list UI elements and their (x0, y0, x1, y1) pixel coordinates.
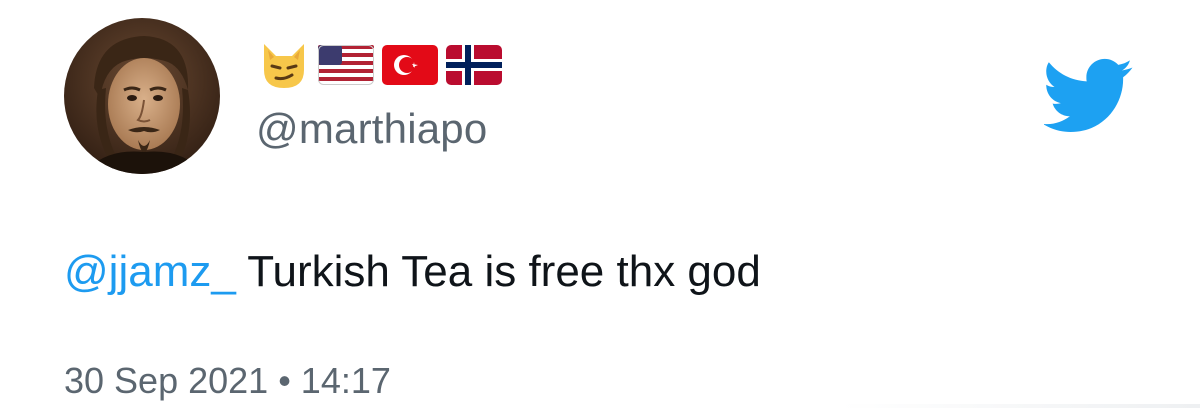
us-flag-emoji-icon (318, 45, 374, 85)
tweet-date: 30 Sep 2021 (64, 360, 269, 401)
norway-flag-emoji-icon (446, 45, 502, 85)
mention-link[interactable]: @jjamz_ (64, 247, 236, 296)
avatar[interactable] (64, 18, 220, 174)
user-handle[interactable]: @marthiapo (256, 104, 487, 154)
tweet-card: @marthiapo @jjamz_ Turkish Tea is free t… (0, 0, 1200, 408)
tweet-body: Turkish Tea is free thx god (235, 247, 761, 296)
tweet-timestamp[interactable]: 30 Sep 2021 • 14:17 (64, 358, 391, 404)
avatar-portrait-image (64, 18, 220, 174)
display-name-emojis (258, 40, 502, 90)
tweet-text: @jjamz_ Turkish Tea is free thx god (64, 244, 761, 300)
smirking-cat-emoji-icon (264, 44, 304, 88)
bottom-divider (0, 404, 1200, 408)
tweet-time: 14:17 (300, 360, 391, 401)
twitter-bird-icon[interactable] (1044, 58, 1134, 134)
turkey-flag-emoji-icon (382, 45, 438, 85)
timestamp-separator: • (268, 360, 301, 401)
